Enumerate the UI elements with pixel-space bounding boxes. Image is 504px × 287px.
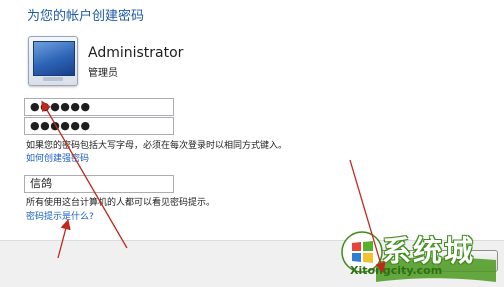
arrow-to-hint-link xyxy=(57,218,71,259)
arrow-to-password xyxy=(41,100,128,249)
annotation-arrows xyxy=(41,100,386,273)
arrow-to-create-button xyxy=(349,159,386,273)
